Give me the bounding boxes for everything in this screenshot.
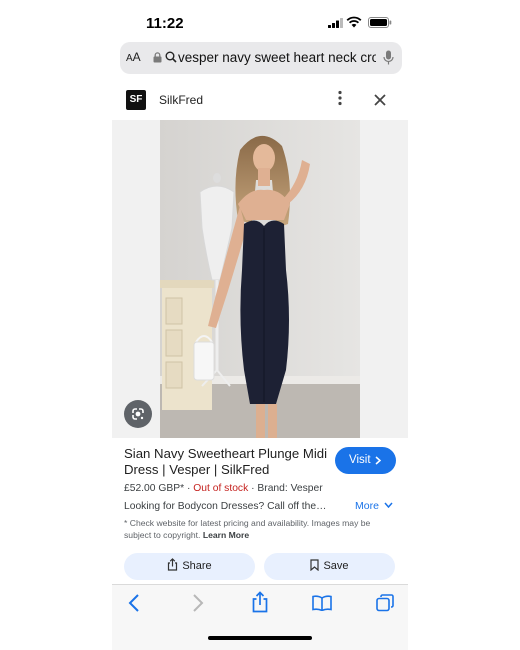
battery-icon — [368, 17, 392, 28]
reader-settings-button[interactable]: AA — [126, 50, 141, 64]
chevron-right-icon — [375, 456, 381, 465]
visit-button[interactable]: Visit — [335, 447, 396, 474]
disclaimer: * Check website for latest pricing and a… — [124, 517, 399, 541]
bookmark-icon — [310, 559, 320, 572]
brand: Brand: Vesper — [257, 483, 323, 494]
save-label: Save — [323, 560, 349, 572]
share-icon — [168, 558, 178, 571]
product-photo[interactable] — [160, 120, 360, 438]
browser-toolbar — [112, 584, 408, 650]
visit-label: Visit — [349, 454, 371, 466]
signal-icon — [328, 18, 343, 28]
more-vert-icon[interactable] — [338, 90, 342, 106]
lock-icon — [153, 52, 162, 63]
save-button[interactable]: Save — [264, 553, 395, 580]
phone-screen: 11:22 AA vesper navy sweet heart neck cr… — [112, 0, 408, 650]
more-label: More — [355, 500, 379, 512]
status-time: 11:22 — [146, 15, 184, 32]
price: £52.00 GBP* — [124, 483, 185, 494]
result-title[interactable]: Sian Navy Sweetheart Plunge Midi Dress |… — [124, 446, 334, 478]
close-icon[interactable] — [374, 94, 386, 106]
image-preview[interactable] — [112, 120, 408, 438]
home-indicator[interactable] — [208, 636, 312, 640]
chevron-down-icon — [384, 502, 393, 509]
bookmarks-icon[interactable] — [312, 595, 332, 611]
wifi-icon — [346, 16, 362, 28]
google-lens-icon — [132, 408, 144, 420]
more-button[interactable]: More — [355, 500, 393, 512]
learn-more-link[interactable]: Learn More — [203, 530, 249, 540]
result-description: Looking for Bodycon Dresses? Call off th… — [124, 501, 327, 512]
back-icon[interactable] — [128, 594, 140, 612]
tabs-icon[interactable] — [376, 594, 394, 612]
share-label: Share — [182, 560, 212, 572]
result-header: SF SilkFred — [112, 82, 408, 118]
site-name[interactable]: SilkFred — [159, 93, 203, 107]
share-button[interactable]: Share — [124, 553, 255, 580]
microphone-icon[interactable] — [383, 50, 394, 66]
site-logo: SF — [126, 90, 146, 110]
search-query[interactable]: vesper navy sweet heart neck cross — [178, 50, 376, 65]
status-bar: 11:22 — [112, 0, 408, 44]
search-icon — [165, 51, 177, 63]
google-lens-button[interactable] — [124, 400, 152, 428]
address-bar[interactable]: AA vesper navy sweet heart neck cross — [120, 42, 402, 74]
forward-icon[interactable] — [192, 594, 204, 612]
share-icon[interactable] — [252, 591, 268, 613]
stock-status: Out of stock — [193, 483, 249, 494]
product-meta: £52.00 GBP* · Out of stock · Brand: Vesp… — [124, 483, 323, 494]
